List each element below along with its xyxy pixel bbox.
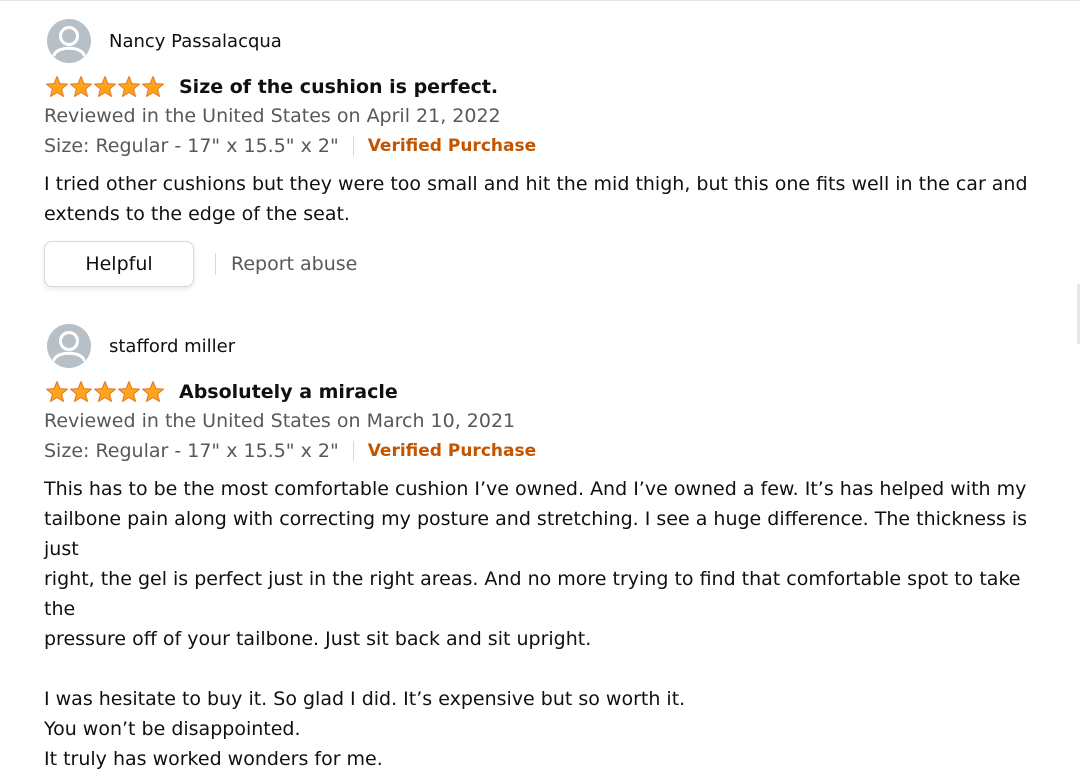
size-variant[interactable]: Size: Regular - 17" x 15.5" x 2" [44,440,339,462]
reviewer-profile[interactable]: stafford miller [47,324,235,368]
review-body-line: It truly has worked wonders for me. [44,748,383,770]
review-body: This has to be the most comfortable cush… [44,474,1054,774]
star-icon [70,76,92,97]
review-body-line: tailbone pain along with correcting my p… [44,508,1028,560]
star-rating[interactable] [45,380,165,404]
review-body-line [44,654,1054,684]
default-user-avatar-icon [47,19,91,63]
review-title[interactable]: Absolutely a miracle [179,381,398,403]
divider [352,441,354,461]
star-icon [94,76,116,97]
review-format-row: Size: Regular - 17" x 15.5" x 2" Verifie… [44,135,536,157]
size-variant[interactable]: Size: Regular - 17" x 15.5" x 2" [44,135,339,157]
reviewer-profile[interactable]: Nancy Passalacqua [47,19,282,63]
review-body-line: This has to be the most comfortable cush… [44,478,1027,500]
review-body: I tried other cushions but they were too… [44,169,1054,229]
review-format-row: Size: Regular - 17" x 15.5" x 2" Verifie… [44,440,536,462]
star-icon [94,381,116,402]
default-user-avatar-icon [47,324,91,368]
star-icon [70,381,92,402]
reviewer-name[interactable]: Nancy Passalacqua [109,31,282,52]
review-title[interactable]: Size of the cushion is perfect. [179,76,498,98]
top-divider [0,0,1080,1]
star-rating[interactable] [45,75,165,99]
review-body-line: I was hesitate to buy it. So glad I did.… [44,688,686,710]
review-date: Reviewed in the United States on April 2… [44,105,501,127]
star-icon [46,76,68,97]
star-icon [142,76,164,97]
helpful-button[interactable]: Helpful [44,241,194,287]
verified-purchase-badge: Verified Purchase [367,136,537,156]
review-actions: Helpful Report abuse [44,241,357,287]
rating-row: Size of the cushion is perfect. [45,72,498,102]
star-icon [142,381,164,402]
star-icon [118,381,140,402]
reviewer-name[interactable]: stafford miller [109,336,235,357]
divider [215,253,216,275]
star-icon [46,381,68,402]
review-body-line: pressure off of your tailbone. Just sit … [44,628,592,650]
review-body-line: You won’t be disappointed. [44,718,301,740]
star-icon [118,76,140,97]
report-abuse-link[interactable]: Report abuse [231,253,357,275]
review-date: Reviewed in the United States on March 1… [44,410,516,432]
verified-purchase-badge: Verified Purchase [367,441,537,461]
rating-row: Absolutely a miracle [45,377,398,407]
review-body-line: right, the gel is perfect just in the ri… [44,568,1021,620]
review-body-line: extends to the edge of the seat. [44,203,350,225]
review-body-line: I tried other cushions but they were too… [44,173,1028,195]
divider [352,136,354,156]
